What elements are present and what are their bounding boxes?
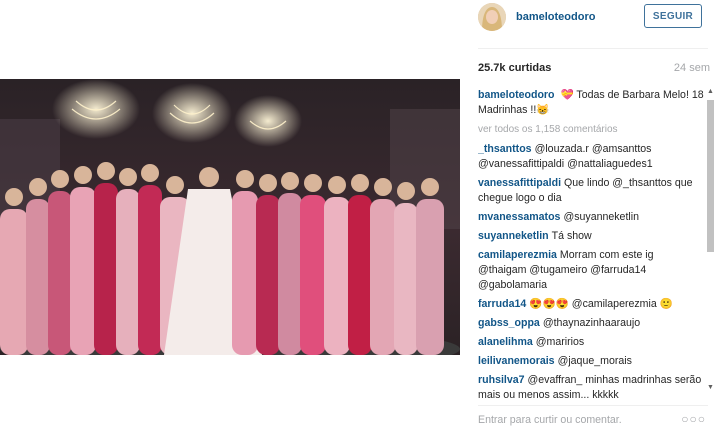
comment-text: @jaque_morais (557, 355, 632, 367)
comment-text: 😍😍😍 @camilaperezmia 🙂 (529, 298, 673, 310)
comment-item: alanelihma @maririos (478, 335, 704, 350)
comment-item: _thsanttos @louzada.r @amsanttos @vanessa… (478, 142, 704, 172)
caption-username[interactable]: bameloteodoro (478, 89, 555, 101)
comment-text: @suyanneketlin (563, 211, 639, 223)
comment-username[interactable]: ruhsilva7 (478, 374, 525, 386)
scroll-thumb[interactable] (707, 100, 714, 252)
comment-username[interactable]: mvanessamatos (478, 211, 560, 223)
comment-item: mvanessamatos @suyanneketlin (478, 210, 704, 225)
comment-item: gabss_oppa @thaynazinhaaraujo (478, 316, 704, 331)
comment-username[interactable]: alanelihma (478, 336, 533, 348)
comment-item: leilivanemorais @jaque_morais (478, 354, 704, 369)
comment-text: Tá show (551, 230, 592, 242)
comment-item: camilaperezmia Morram com este ig @thaiga… (478, 248, 704, 293)
scroll-up-icon[interactable]: ▲ (707, 88, 714, 95)
avatar[interactable] (478, 3, 506, 31)
comment-username[interactable]: vanessafittipaldi (478, 177, 561, 189)
post-age[interactable]: 24 sem (674, 62, 710, 74)
comment-username[interactable]: camilaperezmia (478, 249, 557, 261)
likes-count[interactable]: 25.7k curtidas (478, 62, 551, 74)
scroll-down-icon[interactable]: ▼ (707, 384, 714, 391)
header-username[interactable]: bameloteodoro (516, 11, 595, 23)
comment-item: vanessafittipaldi Que lindo @_thsanttos q… (478, 176, 704, 206)
comment-footer: ○○○ (478, 412, 710, 432)
post-header: bameloteodoro SEGUIR (466, 0, 720, 40)
comment-username[interactable]: _thsanttos (478, 143, 532, 155)
header-divider (478, 48, 708, 49)
comments-scrollbar[interactable]: ▲ ▼ (706, 88, 716, 406)
comment-username[interactable]: suyanneketlin (478, 230, 549, 242)
photo-pane (0, 0, 460, 448)
comment-item: farruda14 😍😍😍 @camilaperezmia 🙂 (478, 297, 704, 312)
wedding-party-photo (0, 79, 460, 355)
post-sidebar: bameloteodoro SEGUIR 25.7k curtidas 24 s… (466, 0, 720, 448)
more-options-icon[interactable]: ○○○ (681, 412, 706, 426)
footer-divider (478, 405, 708, 406)
follow-button[interactable]: SEGUIR (644, 4, 702, 28)
comment-username[interactable]: gabss_oppa (478, 317, 540, 329)
comment-item: ruhsilva7 @evaffran_ minhas madrinhas ser… (478, 373, 704, 403)
comment-text: @maririos (535, 336, 585, 348)
post-stats: 25.7k curtidas 24 sem (478, 62, 710, 76)
view-all-comments-link[interactable]: ver todos os 1,158 comentários (478, 122, 704, 137)
comments-list: bameloteodoro 💝 Todas de Barbara Melo! 1… (478, 88, 704, 406)
avatar-image (478, 3, 506, 31)
post-photo[interactable] (0, 79, 460, 355)
comment-item: suyanneketlin Tá show (478, 229, 704, 244)
comment-username[interactable]: farruda14 (478, 298, 526, 310)
comment-text: @thaynazinhaaraujo (542, 317, 641, 329)
comment-username[interactable]: leilivanemorais (478, 355, 555, 367)
caption: bameloteodoro 💝 Todas de Barbara Melo! 1… (478, 88, 704, 118)
comment-input[interactable] (478, 414, 668, 426)
